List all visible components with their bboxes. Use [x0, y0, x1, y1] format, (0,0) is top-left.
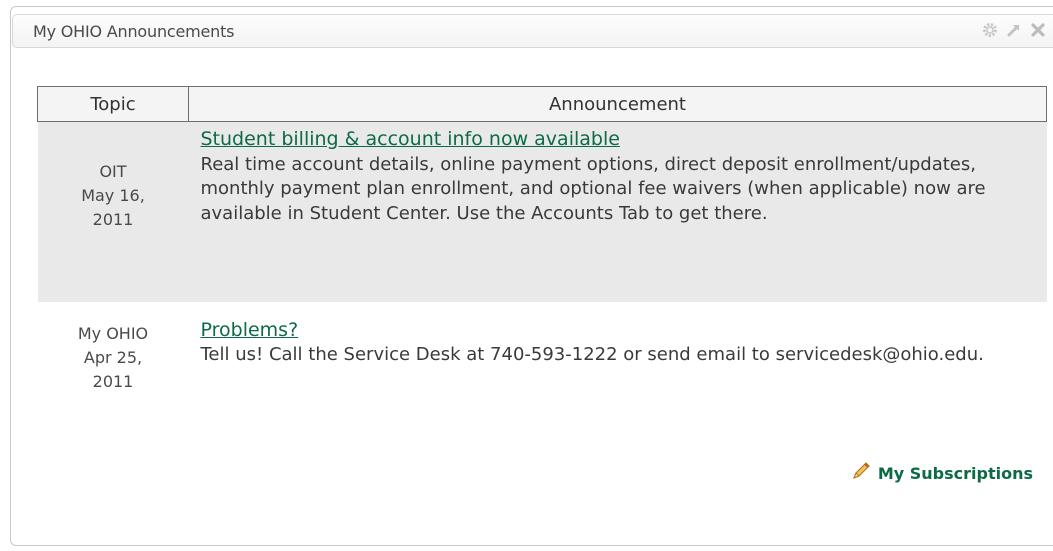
- topic-year: 2011: [92, 210, 134, 229]
- gear-icon[interactable]: [981, 21, 999, 39]
- topic-cell: My OHIO Apr 25, 2011: [37, 301, 189, 394]
- topic-year: 2011: [92, 371, 134, 391]
- announcement-body: Tell us! Call the Service Desk at 740-59…: [200, 344, 984, 365]
- topic-cell: OIT May 16, 2011: [37, 121, 189, 302]
- topic-date-line: Apr 25,: [83, 347, 143, 367]
- topic-name: My OHIO: [77, 323, 149, 343]
- announcement-link[interactable]: Problems?: [201, 318, 299, 343]
- topic-header: Topic: [37, 86, 189, 122]
- table-header-row: Topic Announcement: [37, 86, 1047, 122]
- subscriptions-label: My Subscriptions: [877, 463, 1033, 483]
- announcement-header: Announcement: [188, 86, 1047, 122]
- topic-name: OIT: [99, 162, 127, 181]
- announcement-cell: Problems? Tell us! Call the Service Desk…: [188, 301, 1047, 394]
- pencil-icon: [850, 460, 872, 486]
- header-icons: [981, 21, 1047, 39]
- table-row: My OHIO Apr 25, 2011 Problems? Tell us! …: [37, 301, 1047, 394]
- pin-icon[interactable]: [1005, 21, 1023, 39]
- portlet-title: My OHIO Announcements: [33, 22, 235, 41]
- my-subscriptions-link[interactable]: My Subscriptions: [850, 460, 1033, 486]
- announcement-link[interactable]: Student billing & account info now avail…: [201, 127, 620, 152]
- announcement-body: Real time account details, online paymen…: [200, 153, 986, 224]
- portlet-header: My OHIO Announcements: [12, 14, 1053, 48]
- close-icon[interactable]: [1029, 21, 1047, 39]
- announcements-table: Topic Announcement OIT May 16, 2011 Stud…: [37, 86, 1047, 394]
- topic-date-line: May 16,: [81, 186, 145, 205]
- table-row: OIT May 16, 2011 Student billing & accou…: [37, 121, 1047, 302]
- announcement-cell: Student billing & account info now avail…: [188, 121, 1047, 302]
